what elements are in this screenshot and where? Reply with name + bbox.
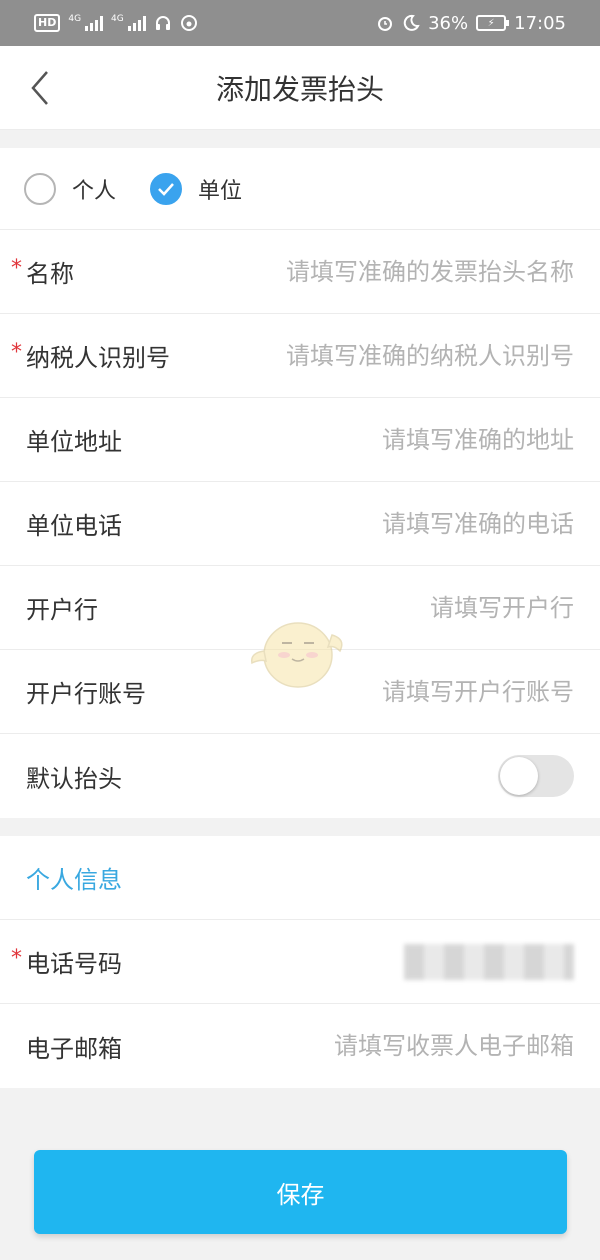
signal-icon: 4G [68,15,104,31]
alarm-icon [378,17,393,31]
check-icon [158,182,174,196]
required-mark: * [11,340,22,365]
moon-icon [403,14,420,31]
page-title: 添加发票抬头 [215,72,384,106]
field-label-bank: 开户行 [26,596,98,624]
music-icon [180,15,197,31]
back-button[interactable] [20,68,60,108]
battery-percent: 36% [428,12,469,34]
field-row-address: 单位地址 [0,398,600,482]
section-title-personal-info: 个人信息 [0,836,600,920]
personal-info-section: 个人信息 * 电话号码 电子邮箱 [0,836,600,1088]
field-row-name: * 名称 [0,230,600,314]
radio-label-company: 单位 [198,178,243,204]
field-row-default-header: 默认抬头 [0,734,600,818]
email-input[interactable] [214,1032,574,1060]
required-mark: * [11,256,22,281]
field-label-default-header: 默认抬头 [26,764,122,793]
tax-id-input[interactable] [214,341,574,370]
field-label-email: 电子邮箱 [26,1034,122,1063]
field-label-address: 单位地址 [26,428,122,456]
masked-phone-value[interactable] [404,943,574,980]
field-row-tax-id: * 纳税人识别号 [0,314,600,398]
field-row-contact-phone: * 电话号码 [0,920,600,1004]
company-phone-input[interactable] [214,509,574,538]
radio-option-personal[interactable]: 个人 [24,172,117,205]
status-right: 36% ⚡ 17:05 [376,13,566,34]
back-arrow-icon [31,71,48,105]
mascot-watermark [251,622,343,688]
field-label-bank-account: 开户行账号 [26,680,146,708]
save-button[interactable]: 保存 [34,1150,567,1234]
nav-bar: 添加发票抬头 [0,46,600,130]
radio-unchecked-icon [24,172,56,205]
invoice-form: 个人 单位 * 名称 * 纳税人识别号 单位地址 单位电话 开户行 开户行账号 … [0,148,600,818]
headset-icon [155,16,170,30]
radio-checked-icon [150,172,183,205]
default-header-toggle[interactable] [498,755,574,797]
field-label-tax-id: 纳税人识别号 [26,344,170,372]
toggle-knob [500,757,538,795]
field-row-email: 电子邮箱 [0,1004,600,1088]
invoice-type-selector: 个人 单位 [0,148,600,230]
clock: 17:05 [514,12,566,34]
radio-option-company[interactable]: 单位 [150,172,243,205]
field-label-contact-phone: 电话号码 [26,950,122,978]
status-bar: HD 4G 4G 36% ⚡ 17:05 [0,0,600,46]
required-mark: * [11,946,22,971]
field-label-phone: 单位电话 [26,512,122,540]
field-row-phone: 单位电话 [0,482,600,566]
status-left: HD 4G 4G [34,14,198,32]
field-label-name: 名称 [26,260,74,288]
signal-icon-2: 4G [111,15,146,31]
battery-icon: ⚡ [476,15,510,31]
radio-label-personal: 个人 [72,178,117,204]
address-input[interactable] [214,425,574,454]
name-input[interactable] [214,257,574,286]
hd-icon: HD [34,14,61,32]
